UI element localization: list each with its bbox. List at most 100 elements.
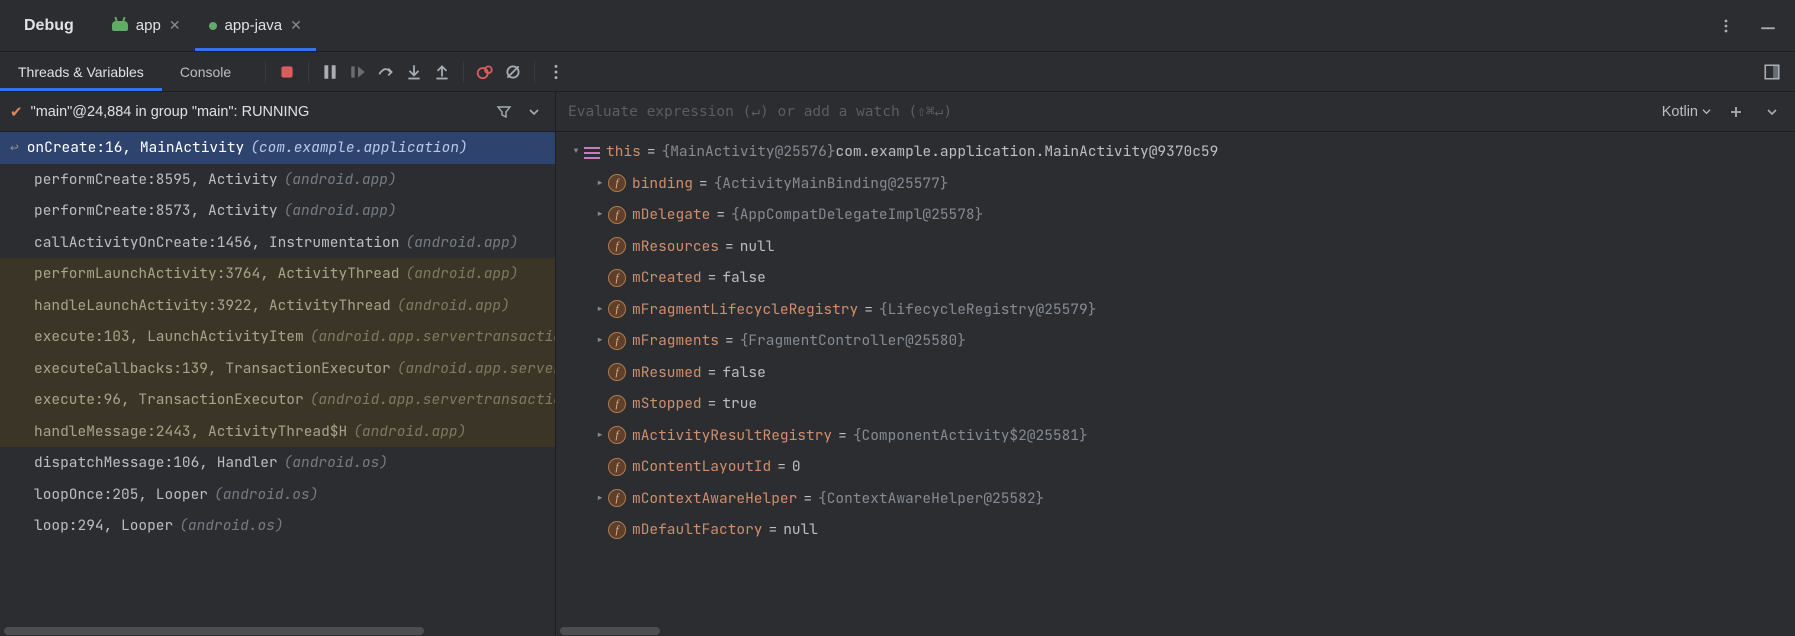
- stack-frame[interactable]: executeCallbacks:139, TransactionExecuto…: [0, 353, 555, 385]
- variable-node[interactable]: ▸fmFragments={FragmentController@25580}: [556, 325, 1795, 357]
- stack-frame[interactable]: ↩onCreate:16, MainActivity(com.example.a…: [0, 132, 555, 164]
- variable-node[interactable]: ▾this={MainActivity@25576} com.example.a…: [556, 136, 1795, 168]
- variable-value: false: [722, 268, 766, 287]
- object-icon: [584, 146, 600, 158]
- frame-text: execute:96, TransactionExecutor: [34, 390, 304, 409]
- field-icon: f: [608, 521, 626, 539]
- close-icon[interactable]: ✕: [169, 17, 181, 34]
- expression-input[interactable]: Evaluate expression (↵) or add a watch (…: [568, 104, 1648, 120]
- frame-text: performCreate:8573, Activity: [34, 201, 278, 220]
- stack-frame[interactable]: execute:96, TransactionExecutor(android.…: [0, 384, 555, 416]
- stack-frame[interactable]: performCreate:8573, Activity(android.app…: [0, 195, 555, 227]
- resume-icon[interactable]: [347, 61, 369, 83]
- titlebar: Debug app✕app-java✕: [0, 0, 1795, 52]
- sub-tab-console[interactable]: Console: [162, 52, 249, 91]
- frame-text: onCreate:16, MainActivity: [27, 138, 245, 157]
- vars-dropdown-icon[interactable]: [1761, 101, 1783, 123]
- frame-package: (android.os): [214, 485, 318, 504]
- variable-node[interactable]: ▸fmResources=null: [556, 231, 1795, 263]
- stack-frame[interactable]: handleMessage:2443, ActivityThread$H(and…: [0, 416, 555, 448]
- checkmark-icon: ✔: [10, 103, 23, 121]
- variable-node[interactable]: ▸fmActivityResultRegistry={ComponentActi…: [556, 420, 1795, 452]
- layout-settings-icon[interactable]: [1761, 61, 1783, 83]
- frame-package: (android.app): [284, 170, 397, 189]
- more-icon[interactable]: [1715, 15, 1737, 37]
- variables-tree[interactable]: ▾this={MainActivity@25576} com.example.a…: [556, 132, 1795, 626]
- thread-selector[interactable]: ✔ "main"@24,884 in group "main": RUNNING: [0, 92, 555, 132]
- run-tab-app[interactable]: app✕: [98, 0, 195, 51]
- debug-toolbar: Threads & VariablesConsole: [0, 52, 1795, 92]
- variable-name: this: [606, 142, 641, 161]
- step-out-icon[interactable]: [431, 61, 453, 83]
- stack-frame[interactable]: performCreate:8595, Activity(android.app…: [0, 164, 555, 196]
- equals: =: [725, 237, 734, 256]
- field-icon: f: [608, 489, 626, 507]
- expression-bar: Evaluate expression (↵) or add a watch (…: [556, 92, 1795, 132]
- stack-frame[interactable]: callActivityOnCreate:1456, Instrumentati…: [0, 227, 555, 259]
- stack-frame[interactable]: handleLaunchActivity:3922, ActivityThrea…: [0, 290, 555, 322]
- expand-icon[interactable]: ▸: [592, 174, 608, 193]
- frame-text: loopOnce:205, Looper: [34, 485, 208, 504]
- sub-tab-threads-variables[interactable]: Threads & Variables: [0, 52, 162, 91]
- variable-node[interactable]: ▸fmCreated=false: [556, 262, 1795, 294]
- variable-name: mFragments: [632, 331, 719, 350]
- layout-actions: [1749, 52, 1795, 91]
- field-icon: f: [608, 206, 626, 224]
- view-breakpoints-icon[interactable]: [474, 61, 496, 83]
- equals: =: [708, 268, 717, 287]
- variable-node[interactable]: ▸fmDefaultFactory=null: [556, 514, 1795, 546]
- frame-package: (android.app): [353, 422, 466, 441]
- step-into-icon[interactable]: [403, 61, 425, 83]
- stack-frame[interactable]: performLaunchActivity:3764, ActivityThre…: [0, 258, 555, 290]
- run-tab-app-java[interactable]: app-java ✕: [195, 0, 316, 51]
- variable-node[interactable]: ▸fmDelegate={AppCompatDelegateImpl@25578…: [556, 199, 1795, 231]
- thread-dropdown-icon[interactable]: [523, 101, 545, 123]
- stack-frame[interactable]: loopOnce:205, Looper (android.os): [0, 479, 555, 511]
- frame-text: performLaunchActivity:3764, ActivityThre…: [34, 264, 399, 283]
- stack-frame[interactable]: dispatchMessage:106, Handler(android.os): [0, 447, 555, 479]
- stack-frame[interactable]: loop:294, Looper(android.os): [0, 510, 555, 542]
- pause-icon[interactable]: [319, 61, 341, 83]
- filter-icon[interactable]: [493, 101, 515, 123]
- vars-h-scrollbar[interactable]: [556, 626, 1795, 636]
- variable-value-type: {MainActivity@25576}: [662, 142, 836, 161]
- run-tab-label: app-java: [225, 17, 283, 34]
- field-icon: f: [608, 426, 626, 444]
- stack-frame[interactable]: execute:103, LaunchActivityItem(android.…: [0, 321, 555, 353]
- equals: =: [708, 394, 717, 413]
- drop-frame-icon[interactable]: ↩: [10, 138, 19, 157]
- stop-icon[interactable]: [276, 61, 298, 83]
- frame-package: (android.app.servertransaction): [397, 359, 555, 378]
- field-icon: f: [608, 395, 626, 413]
- expand-icon[interactable]: ▸: [592, 426, 608, 445]
- mute-breakpoints-icon[interactable]: [502, 61, 524, 83]
- expand-icon[interactable]: ▸: [592, 300, 608, 319]
- variable-node[interactable]: ▸fmContextAwareHelper={ContextAwareHelpe…: [556, 483, 1795, 515]
- frame-text: callActivityOnCreate:1456, Instrumentati…: [34, 233, 399, 252]
- expand-icon[interactable]: ▸: [592, 331, 608, 350]
- variable-node[interactable]: ▸fbinding={ActivityMainBinding@25577}: [556, 168, 1795, 200]
- android-icon: [112, 21, 128, 31]
- variable-value-type: {AppCompatDelegateImpl@25578}: [731, 205, 983, 224]
- frame-text: execute:103, LaunchActivityItem: [34, 327, 304, 346]
- variable-name: mActivityResultRegistry: [632, 426, 832, 445]
- field-icon: f: [608, 174, 626, 192]
- add-watch-icon[interactable]: [1725, 101, 1747, 123]
- step-over-icon[interactable]: [375, 61, 397, 83]
- expand-icon[interactable]: ▸: [592, 205, 608, 224]
- frames-h-scrollbar[interactable]: [0, 626, 555, 636]
- variable-value-type: {LifecycleRegistry@25579}: [879, 300, 1097, 319]
- minimize-icon[interactable]: [1757, 15, 1779, 37]
- language-selector[interactable]: Kotlin: [1662, 104, 1711, 120]
- variable-node[interactable]: ▸fmContentLayoutId=0: [556, 451, 1795, 483]
- variable-node[interactable]: ▸fmResumed=false: [556, 357, 1795, 389]
- overflow-icon[interactable]: [545, 61, 567, 83]
- equals: =: [803, 489, 812, 508]
- variable-name: mFragmentLifecycleRegistry: [632, 300, 858, 319]
- expand-icon[interactable]: ▾: [568, 142, 584, 161]
- variable-node[interactable]: ▸fmFragmentLifecycleRegistry={LifecycleR…: [556, 294, 1795, 326]
- variable-node[interactable]: ▸fmStopped=true: [556, 388, 1795, 420]
- frames-list[interactable]: ↩onCreate:16, MainActivity(com.example.a…: [0, 132, 555, 626]
- expand-icon[interactable]: ▸: [592, 489, 608, 508]
- close-icon[interactable]: ✕: [290, 17, 302, 34]
